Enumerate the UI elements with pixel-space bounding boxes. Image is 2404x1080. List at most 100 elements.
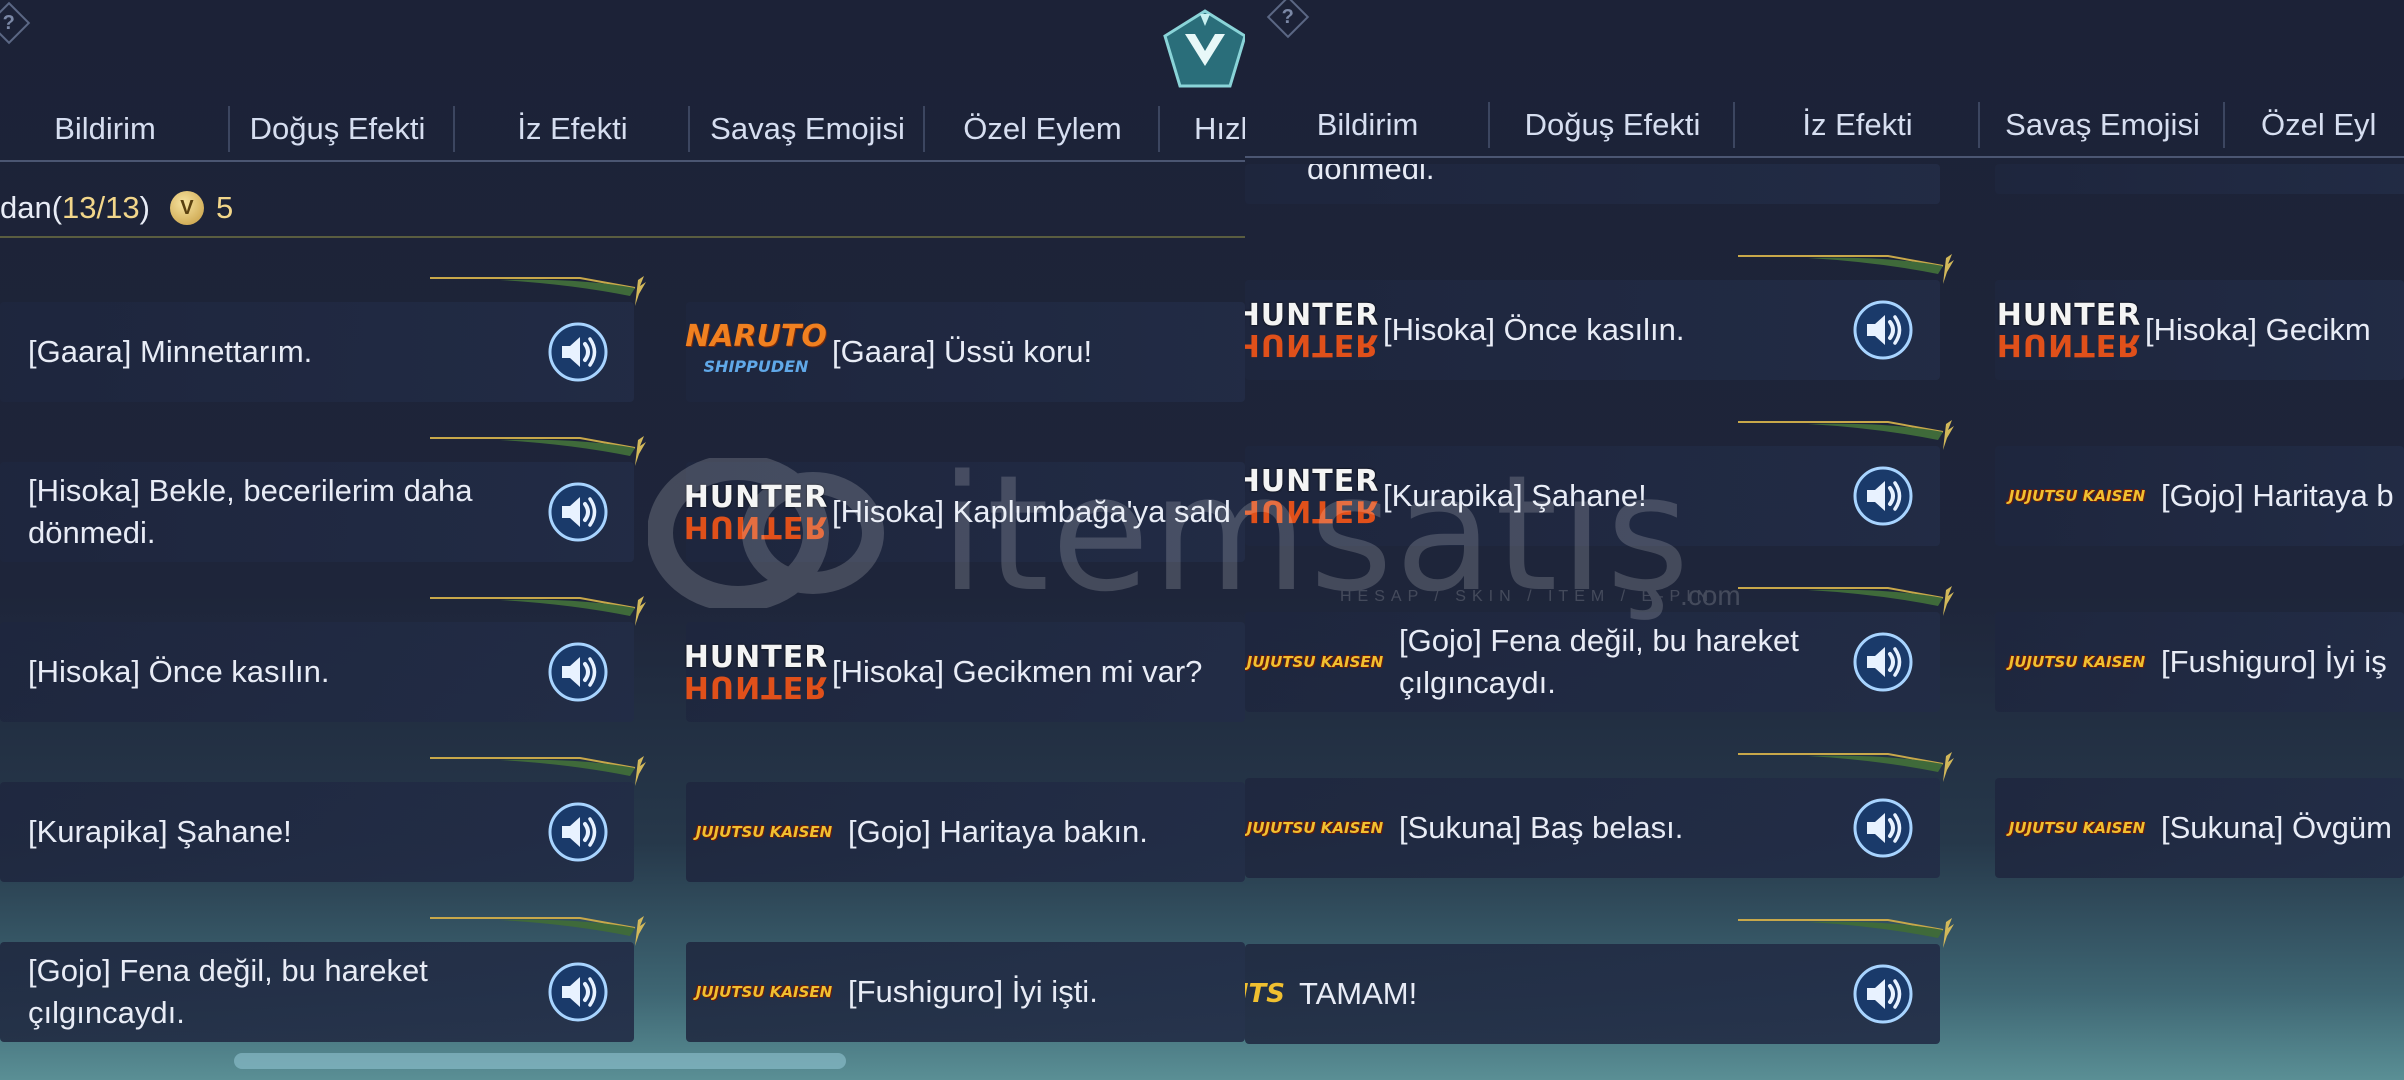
hunter-x-hunter-logo: HUNTER HUNTER <box>1245 465 1379 529</box>
voice-card[interactable]: [Gaara] Minnettarım. <box>0 302 634 402</box>
vine-ornament <box>430 596 650 636</box>
voice-card[interactable]: [Gojo] Fena değil, bu hareket çılgıncayd… <box>0 942 634 1042</box>
logo-text: HUNTER <box>1245 327 1380 362</box>
logo-text: NARUTO <box>685 319 827 354</box>
voice-card-text: [Gojo] Fena değil, bu hareket çılgıncayd… <box>1399 623 1799 700</box>
voice-card[interactable]: [Kurapika] Şahane! <box>0 782 634 882</box>
tab-bildirim[interactable]: Bildirim <box>1245 94 1490 156</box>
voice-card-text: [Gojo] Fena değil, bu hareket çılgıncayd… <box>28 953 428 1030</box>
vine-ornament <box>1738 918 1958 958</box>
voice-card[interactable]: HUNTER HUNTER [Hisoka] Önce kasılın. <box>1245 280 1940 380</box>
logo-text: HUNTER <box>683 640 829 675</box>
logo-text: HUNTER <box>683 480 829 515</box>
tab-savas-emojisi[interactable]: Savaş Emojisi <box>1980 94 2225 156</box>
right-screenshot-panel: ? Bildirim Doğuş Efekti İz Efekti Savaş … <box>1245 0 2404 1080</box>
speaker-icon[interactable] <box>546 320 610 384</box>
voice-card[interactable]: JUJUTSU KAISEN [Sukuna] Övgüm <box>1995 778 2404 878</box>
logo-text: SHIPPUDEN <box>703 357 809 376</box>
logo-text: HUNTER <box>1245 464 1380 499</box>
voice-card-text: [Sukuna] Baş belası. <box>1399 810 1684 845</box>
vine-ornament <box>1738 586 1958 626</box>
voice-card[interactable]: JUJUTSU KAISEN [Gojo] Fena değil, bu hare… <box>1245 612 1940 712</box>
speaker-icon[interactable] <box>1851 630 1915 694</box>
jujutsu-kaisen-logo: JUJUTSU KAISEN <box>694 961 834 1028</box>
tab-iz-efekti[interactable]: İz Efekti <box>1735 94 1980 156</box>
tab-dogus-efekti[interactable]: Doğuş Efekti <box>220 98 455 160</box>
horizontal-scrollbar[interactable] <box>234 1053 846 1069</box>
jujutsu-kaisen-logo: JUJUTSU KAISEN <box>2007 465 2147 532</box>
voice-card[interactable]: JUJUTSU KAISEN [Gojo] Haritaya b <box>1995 446 2404 546</box>
voice-card[interactable]: JUJUTSU KAISEN [Fushiguro] İyi iş <box>1995 612 2404 712</box>
voice-card-text: [Fushiguro] İyi iş <box>2161 644 2387 679</box>
vine-ornament <box>1738 420 1958 460</box>
rank-emblem-icon <box>1163 9 1245 88</box>
help-icon[interactable]: ? <box>1266 0 1310 39</box>
voice-card[interactable]: HUNTER HUNTER [Hisoka] Gecikm <box>1995 280 2404 380</box>
speaker-icon[interactable] <box>546 960 610 1024</box>
voice-card-text: [Kurapika] Şahane! <box>1383 478 1647 513</box>
speaker-icon[interactable] <box>546 800 610 864</box>
voice-card-text: [Sukuna] Övgüm <box>2161 810 2392 845</box>
tab-ozel-eylem[interactable]: Özel Eyl <box>2225 94 2404 156</box>
voice-card[interactable]: JUJUTSU KAISEN [Sukuna] Baş belası. <box>1245 778 1940 878</box>
voice-card-text: [Fushiguro] İyi işti. <box>848 974 1098 1009</box>
tab-dogus-efekti[interactable]: Doğuş Efekti <box>1490 94 1735 156</box>
vine-ornament <box>430 916 650 956</box>
logo-text: HUNTER <box>1996 298 2142 333</box>
hunter-x-hunter-logo: HUNTER HUNTER <box>684 481 829 545</box>
voice-card[interactable]: [Hisoka] Bekle, becerilerim daha dönmedi… <box>0 462 634 562</box>
tab-hizli[interactable]: Hızl <box>1160 98 1245 160</box>
tab-bildirim[interactable]: Bildirim <box>0 98 230 160</box>
voice-card[interactable]: NTS TAMAM! <box>1245 944 1940 1044</box>
mlbb-logo-partial: NTS <box>1245 979 1285 1009</box>
tab-bar: Bildirim Doğuş Efekti İz Efekti Savaş Em… <box>0 98 1245 162</box>
voice-card-text: [Hisoka] Kaplumbağa'ya sald <box>832 494 1231 529</box>
vine-ornament <box>1738 752 1958 792</box>
speaker-icon[interactable] <box>546 480 610 544</box>
tab-ozel-eylem[interactable]: Özel Eylem <box>925 98 1160 160</box>
left-screenshot-panel: ? Bildirim Doğuş Efekti İz Efekti Savaş … <box>0 0 1245 1080</box>
voice-card-partial[interactable] <box>1995 164 2404 194</box>
vine-ornament <box>430 756 650 796</box>
voice-card[interactable]: HUNTER HUNTER [Hisoka] Kaplumbağa'ya sald <box>684 462 1245 562</box>
tab-bar: Bildirim Doğuş Efekti İz Efekti Savaş Em… <box>1245 94 2404 158</box>
logo-text: HUNTER <box>1996 327 2142 362</box>
voice-card[interactable]: JUJUTSU KAISEN [Fushiguro] İyi işti. <box>686 942 1245 1042</box>
hunter-x-hunter-logo: HUNTER HUNTER <box>684 641 829 705</box>
speaker-icon[interactable] <box>1851 464 1915 528</box>
tab-iz-efekti[interactable]: İz Efekti <box>455 98 690 160</box>
ownership-counter: dan(13/13) V 5 <box>0 180 1245 238</box>
hunter-x-hunter-logo: HUNTER HUNTER <box>1245 299 1379 363</box>
voice-card[interactable]: HUNTER HUNTER [Hisoka] Gecikmen mi var? <box>684 622 1245 722</box>
voice-card[interactable]: JUJUTSU KAISEN [Gojo] Haritaya bakın. <box>686 782 1245 882</box>
jujutsu-kaisen-logo: JUJUTSU KAISEN <box>2007 631 2147 698</box>
naruto-logo: NARUTO SHIPPUDEN <box>685 318 827 386</box>
vine-ornament <box>1738 254 1958 294</box>
voice-card[interactable]: [Hisoka] Önce kasılın. <box>0 622 634 722</box>
voice-card-text: dönmedi. <box>1307 164 1435 186</box>
tab-savas-emojisi[interactable]: Savaş Emojisi <box>690 98 925 160</box>
jujutsu-kaisen-logo: JUJUTSU KAISEN <box>1245 797 1385 864</box>
voice-card-partial[interactable]: dönmedi. <box>1245 164 1940 204</box>
voice-card-text: [Hisoka] Gecikm <box>2145 312 2371 347</box>
speaker-icon[interactable] <box>1851 298 1915 362</box>
help-icon[interactable]: ? <box>0 1 31 45</box>
logo-text: HUNTER <box>683 509 829 544</box>
speaker-icon[interactable] <box>1851 796 1915 860</box>
vine-ornament <box>430 436 650 476</box>
voice-card-text: [Gaara] Üssü koru! <box>832 334 1093 369</box>
vine-ornament <box>430 276 650 316</box>
speaker-icon[interactable] <box>546 640 610 704</box>
voice-card[interactable]: NARUTO SHIPPUDEN [Gaara] Üssü koru! <box>685 302 1245 402</box>
jujutsu-kaisen-logo: JUJUTSU KAISEN <box>694 801 834 868</box>
jujutsu-kaisen-logo: JUJUTSU KAISEN <box>1245 631 1385 698</box>
logo-text: HUNTER <box>1245 493 1380 528</box>
coin-icon: V <box>169 191 204 225</box>
voice-card-text: [Hisoka] Bekle, becerilerim daha dönmedi… <box>28 473 473 550</box>
speaker-icon[interactable] <box>1851 962 1915 1026</box>
voice-card[interactable]: HUNTER HUNTER [Kurapika] Şahane! <box>1245 446 1940 546</box>
voice-card-text: TAMAM! <box>1299 976 1418 1011</box>
coin-value: 5 <box>215 190 234 225</box>
voice-card-text: [Gaara] Minnettarım. <box>28 334 313 369</box>
counter-label: dan(13/13) <box>0 190 150 225</box>
